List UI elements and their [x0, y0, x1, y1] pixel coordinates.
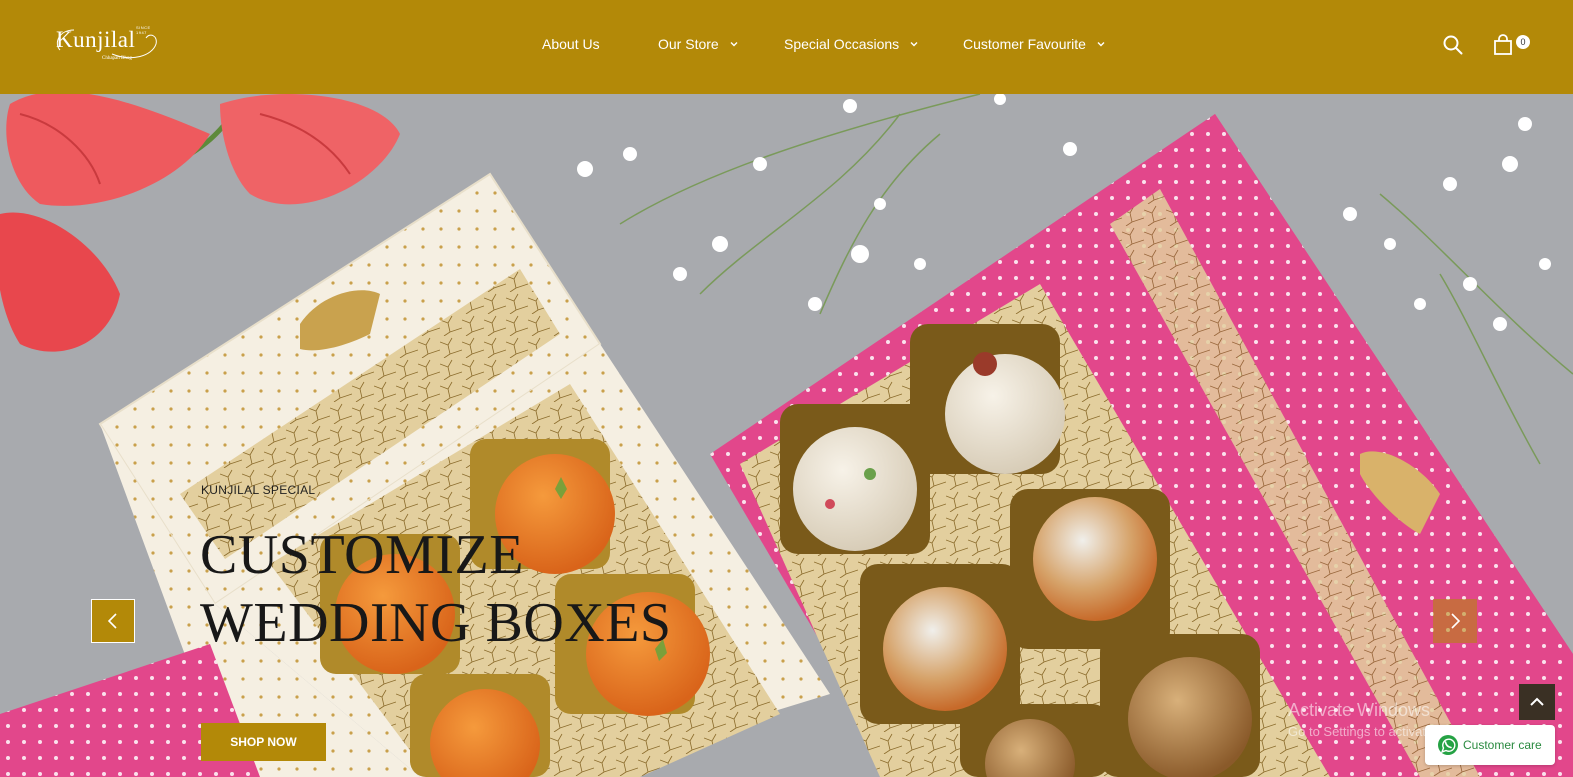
nav-about-us[interactable]: About Us — [542, 36, 600, 52]
customer-care-button[interactable]: Customer care — [1425, 725, 1555, 765]
watermark-title: Activate Windows — [1288, 700, 1431, 720]
logo-tagline: Chhapan Bhog — [102, 56, 132, 61]
slider-next-button[interactable] — [1433, 599, 1477, 643]
hero-headline-line-2: WEDDING BOXES — [200, 592, 672, 654]
logo-since: SINCE 1947 — [136, 25, 151, 35]
slider-prev-button[interactable] — [91, 599, 135, 643]
search-icon[interactable] — [1442, 34, 1464, 56]
chevron-right-icon — [1451, 613, 1461, 629]
logo-wordmark: Kunjilal — [56, 27, 136, 52]
chevron-down-icon — [910, 42, 918, 47]
hero-slider: KUNJILAL SPECIAL CUSTOMIZE WEDDING BOXES… — [0, 94, 1573, 777]
scroll-to-top-button[interactable] — [1519, 684, 1555, 720]
shop-now-button[interactable]: SHOP NOW — [201, 723, 326, 761]
hero-banner-image — [0, 94, 1573, 777]
nav-label: Our Store — [658, 36, 719, 52]
chevron-left-icon — [107, 613, 117, 629]
hero-headline-line-1: CUSTOMIZE — [200, 524, 524, 586]
whatsapp-icon — [1438, 735, 1458, 755]
nav-label: About Us — [542, 36, 600, 52]
customer-care-label: Customer care — [1463, 738, 1542, 752]
nav-label: Customer Favourite — [963, 36, 1086, 52]
shopping-bag-icon[interactable] — [1493, 34, 1513, 56]
chevron-down-icon — [1097, 42, 1105, 47]
nav-customer-favourite[interactable]: Customer Favourite — [963, 36, 1106, 52]
hero-eyebrow: KUNJILAL SPECIAL — [201, 483, 316, 497]
chevron-up-icon — [1530, 697, 1544, 706]
brand-logo[interactable]: Kunjilal SINCE 1947 Chhapan Bhog — [52, 22, 162, 66]
nav-special-occasions[interactable]: Special Occasions — [784, 36, 919, 52]
site-header: Kunjilal SINCE 1947 Chhapan Bhog About U… — [0, 0, 1573, 94]
nav-our-store[interactable]: Our Store — [658, 36, 739, 52]
nav-label: Special Occasions — [784, 36, 900, 52]
chevron-down-icon — [730, 42, 738, 47]
cart-count-badge: 0 — [1516, 35, 1530, 49]
hero-headline: CUSTOMIZE WEDDING BOXES — [200, 521, 672, 657]
